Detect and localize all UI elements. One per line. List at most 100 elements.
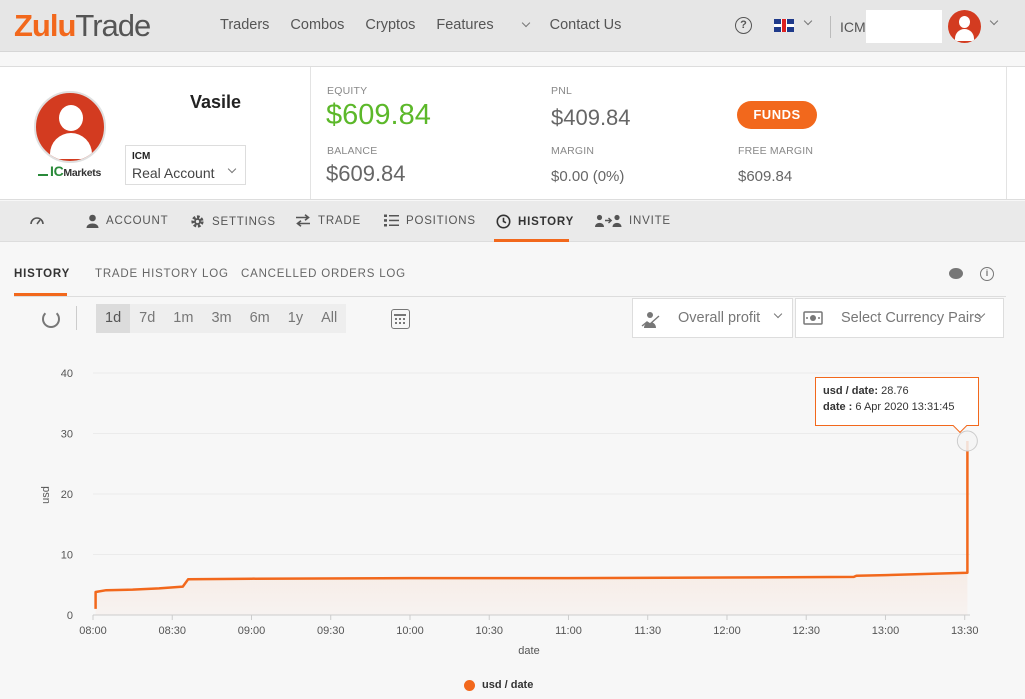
nav-contact-us[interactable]: Contact Us bbox=[550, 17, 622, 33]
funds-button[interactable]: FUNDS bbox=[737, 101, 817, 129]
tab-dashboard[interactable] bbox=[30, 214, 44, 226]
profit-type-dropdown[interactable]: Overall profit bbox=[632, 298, 793, 338]
free-margin-label: FREE MARGIN bbox=[738, 145, 814, 157]
y-tick-label: 0 bbox=[67, 610, 73, 622]
broker-logo-ic: IC bbox=[50, 163, 64, 179]
tab-settings[interactable]: SETTINGS bbox=[190, 214, 276, 229]
x-tick-label: 08:30 bbox=[158, 625, 186, 637]
account-broker: ICM bbox=[132, 151, 151, 162]
balance-label: BALANCE bbox=[327, 145, 378, 157]
range-all[interactable]: All bbox=[312, 304, 346, 333]
chat-bubble-icon[interactable] bbox=[949, 268, 963, 279]
equity-value: $609.84 bbox=[326, 99, 431, 131]
x-tick-label: 12:30 bbox=[792, 625, 820, 637]
clock-icon bbox=[496, 214, 511, 229]
chart-legend[interactable]: usd / date bbox=[464, 679, 533, 691]
account-type: Real Account bbox=[132, 165, 215, 181]
top-navbar: ZuluTrade Traders Combos Cryptos Feature… bbox=[0, 0, 1025, 52]
chevron-down-icon bbox=[773, 309, 783, 319]
chart-tooltip: usd / date: 28.76 date : 6 Apr 2020 13:3… bbox=[815, 377, 979, 426]
range-6m[interactable]: 6m bbox=[241, 304, 279, 333]
account-selector[interactable]: ICM Real Account bbox=[125, 145, 246, 185]
range-1d[interactable]: 1d bbox=[96, 304, 131, 333]
chevron-down-icon[interactable] bbox=[989, 16, 999, 26]
tooltip-value-label: usd / date: bbox=[823, 385, 879, 397]
hover-point-marker bbox=[956, 430, 978, 452]
tab-trade-label: TRADE bbox=[318, 214, 361, 227]
x-tick-label: 09:30 bbox=[317, 625, 345, 637]
x-tick-label: 09:00 bbox=[238, 625, 266, 637]
x-tick-label: 10:00 bbox=[396, 625, 424, 637]
swap-arrows-icon bbox=[296, 214, 310, 227]
person-icon bbox=[86, 214, 99, 228]
zulutrade-logo[interactable]: ZuluTrade bbox=[14, 8, 151, 44]
tab-history[interactable]: HISTORY bbox=[496, 214, 574, 229]
margin-value: $0.00 (0%) bbox=[551, 168, 625, 185]
tab-account-label: ACCOUNT bbox=[106, 215, 169, 227]
x-tick-label: 12:00 bbox=[713, 625, 741, 637]
subtab-trade-history-log[interactable]: TRADE HISTORY LOG bbox=[95, 268, 229, 280]
equity-label: EQUITY bbox=[327, 85, 368, 97]
tab-positions-label: POSITIONS bbox=[406, 214, 476, 227]
user-broker-label: ICM bbox=[840, 19, 866, 35]
y-tick-label: 30 bbox=[61, 429, 73, 441]
y-tick-label: 40 bbox=[61, 368, 73, 380]
pnl-value: $409.84 bbox=[551, 105, 631, 130]
x-tick-label: 08:00 bbox=[79, 625, 107, 637]
tooltip-date-label: date : bbox=[823, 401, 853, 413]
subtab-divider bbox=[14, 296, 1006, 297]
account-holder-name: Vasile bbox=[190, 92, 242, 112]
logo-part-trade: Trade bbox=[75, 8, 151, 43]
divider bbox=[310, 67, 311, 199]
y-tick-label: 10 bbox=[61, 550, 73, 562]
x-axis-label: date bbox=[518, 645, 539, 657]
range-3m[interactable]: 3m bbox=[202, 304, 240, 333]
redacted-first-name bbox=[122, 73, 186, 119]
tab-history-label: HISTORY bbox=[518, 215, 575, 228]
nav-cryptos[interactable]: Cryptos bbox=[365, 17, 415, 33]
nav-features[interactable]: Features bbox=[436, 17, 530, 33]
gear-icon bbox=[191, 215, 204, 228]
info-icon[interactable]: i bbox=[980, 267, 994, 281]
range-1y[interactable]: 1y bbox=[279, 304, 312, 333]
help-circle-icon[interactable]: ? bbox=[735, 17, 752, 34]
range-1m[interactable]: 1m bbox=[164, 304, 202, 333]
uk-flag-icon[interactable] bbox=[774, 19, 794, 32]
toolbar-divider bbox=[76, 306, 77, 330]
icmarkets-logo: ICMarkets bbox=[38, 163, 101, 179]
nav-traders[interactable]: Traders bbox=[220, 17, 269, 33]
chevron-down-icon bbox=[521, 18, 530, 28]
tooltip-date: 6 Apr 2020 13:31:45 bbox=[855, 401, 955, 413]
nav-combos[interactable]: Combos bbox=[290, 17, 344, 33]
user-avatar-icon[interactable] bbox=[948, 10, 981, 43]
legend-swatch bbox=[464, 679, 475, 691]
refresh-icon[interactable] bbox=[42, 310, 60, 328]
tooltip-line-date: date : 6 Apr 2020 13:31:45 bbox=[823, 399, 971, 415]
currency-pairs-dropdown[interactable]: Select Currency Pairs bbox=[795, 298, 1004, 338]
main-nav: Traders Combos Cryptos Features Contact … bbox=[220, 17, 642, 33]
tab-account[interactable]: ACCOUNT bbox=[86, 214, 168, 228]
subtab-history[interactable]: HISTORY bbox=[14, 268, 70, 280]
broker-logo-markets: Markets bbox=[63, 167, 101, 179]
account-tabs: ACCOUNT SETTINGS TRADE POSITIONS HISTORY… bbox=[0, 201, 1025, 242]
tab-settings-label: SETTINGS bbox=[212, 215, 276, 228]
subtab-cancelled-orders-log[interactable]: CANCELLED ORDERS LOG bbox=[241, 268, 406, 280]
calendar-icon[interactable] bbox=[391, 309, 410, 329]
list-icon bbox=[384, 214, 399, 227]
tooltip-value: 28.76 bbox=[881, 385, 909, 397]
balance-value: $609.84 bbox=[326, 161, 406, 186]
profit-type-value: Overall profit bbox=[678, 310, 761, 326]
x-tick-label: 10:30 bbox=[475, 625, 503, 637]
account-summary: ICMarkets Vasile ICM Real Account EQUITY… bbox=[0, 66, 1025, 200]
tab-trade[interactable]: TRADE bbox=[295, 214, 361, 227]
tooltip-line-value: usd / date: 28.76 bbox=[823, 383, 971, 399]
currency-pairs-value: Select Currency Pairs bbox=[841, 310, 982, 326]
divider bbox=[1006, 67, 1007, 199]
tab-invite[interactable]: INVITE bbox=[595, 214, 671, 227]
range-7d[interactable]: 7d bbox=[130, 304, 164, 333]
chevron-down-icon[interactable] bbox=[803, 16, 813, 26]
tab-positions[interactable]: POSITIONS bbox=[384, 214, 476, 227]
nav-features-label: Features bbox=[436, 17, 494, 33]
legend-series-name: usd / date bbox=[482, 679, 534, 691]
series-area-fill bbox=[95, 441, 968, 615]
